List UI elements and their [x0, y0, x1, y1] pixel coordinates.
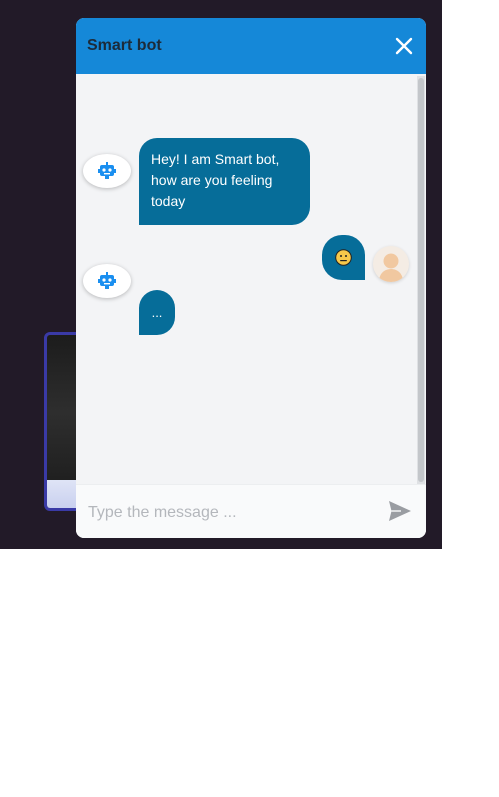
- user-message-bubble: [322, 235, 365, 280]
- send-icon: [389, 501, 411, 521]
- message-scrollbar[interactable]: [417, 76, 425, 484]
- chat-header: Smart bot: [76, 18, 426, 74]
- user-avatar: [373, 246, 409, 282]
- chat-title: Smart bot: [87, 37, 162, 54]
- chat-widget: Smart bot Hey! I am Smart bot, how are y…: [76, 18, 426, 538]
- bot-typing-bubble: ...: [139, 290, 175, 335]
- close-button[interactable]: [394, 36, 414, 56]
- close-icon: [395, 37, 413, 55]
- message-list: Hey! I am Smart bot, how are you feeling…: [76, 74, 426, 484]
- neutral-face-emoji: [335, 249, 352, 266]
- robot-icon: [98, 162, 116, 179]
- scrollbar-thumb[interactable]: [418, 78, 424, 482]
- person-icon: [379, 253, 403, 282]
- send-button[interactable]: [388, 500, 412, 522]
- robot-icon: [98, 272, 116, 289]
- message-input[interactable]: [86, 499, 380, 527]
- bot-avatar: [83, 264, 131, 298]
- bot-message-bubble: Hey! I am Smart bot, how are you feeling…: [139, 138, 310, 225]
- bot-avatar: [83, 154, 131, 188]
- message-composer: [76, 484, 426, 538]
